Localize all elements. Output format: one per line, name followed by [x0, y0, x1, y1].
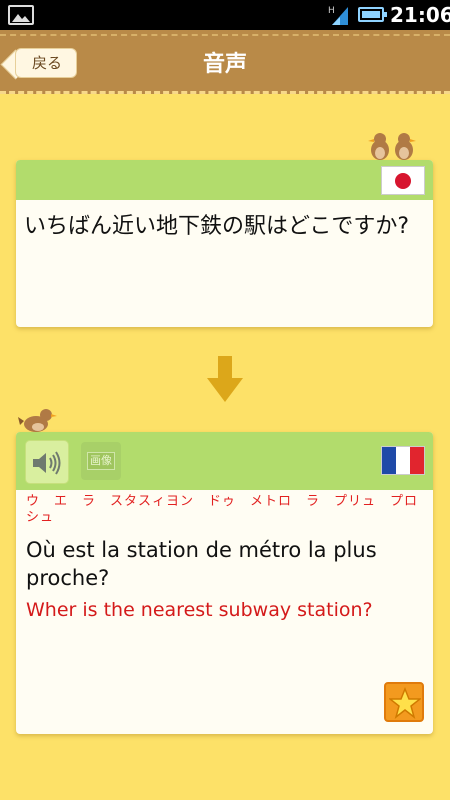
image-button-label: 画像	[87, 452, 115, 470]
birds-icon	[368, 133, 416, 160]
france-flag-icon	[381, 446, 425, 475]
bird-icon	[18, 409, 57, 432]
japan-flag-icon	[381, 166, 425, 195]
battery-icon	[358, 7, 387, 22]
speaker-icon	[33, 451, 61, 475]
status-time: 21:06	[390, 3, 450, 27]
svg-text:H: H	[328, 6, 335, 16]
favorite-button[interactable]	[384, 682, 424, 722]
translation-card-header: 画像	[16, 432, 433, 490]
play-audio-button[interactable]	[25, 440, 69, 484]
status-bar: H 21:06	[0, 0, 450, 30]
back-button[interactable]: 戻る	[15, 48, 77, 78]
image-button[interactable]: 画像	[81, 442, 121, 480]
app-header: 戻る 音声	[0, 30, 450, 94]
english-phrase-text: Wher is the nearest subway station?	[26, 599, 373, 621]
source-phrase-text: いちばん近い地下鉄の駅はどこですか?	[24, 214, 410, 239]
translation-card: 画像 ウ エ ラ スタスィヨン ドゥ メトロ ラ プリュ プロシュ Où est…	[16, 432, 433, 734]
image-icon	[8, 5, 34, 25]
arrow-down-icon	[207, 356, 243, 402]
french-phrase-text: Où est la station de métro la plus proch…	[26, 538, 377, 590]
source-card-header	[16, 160, 433, 200]
star-icon	[389, 687, 421, 719]
source-phrase-card: いちばん近い地下鉄の駅はどこですか?	[16, 160, 433, 327]
signal-icon: H	[328, 6, 348, 25]
pronunciation-reading: ウ エ ラ スタスィヨン ドゥ メトロ ラ プリュ プロシュ	[26, 494, 419, 525]
